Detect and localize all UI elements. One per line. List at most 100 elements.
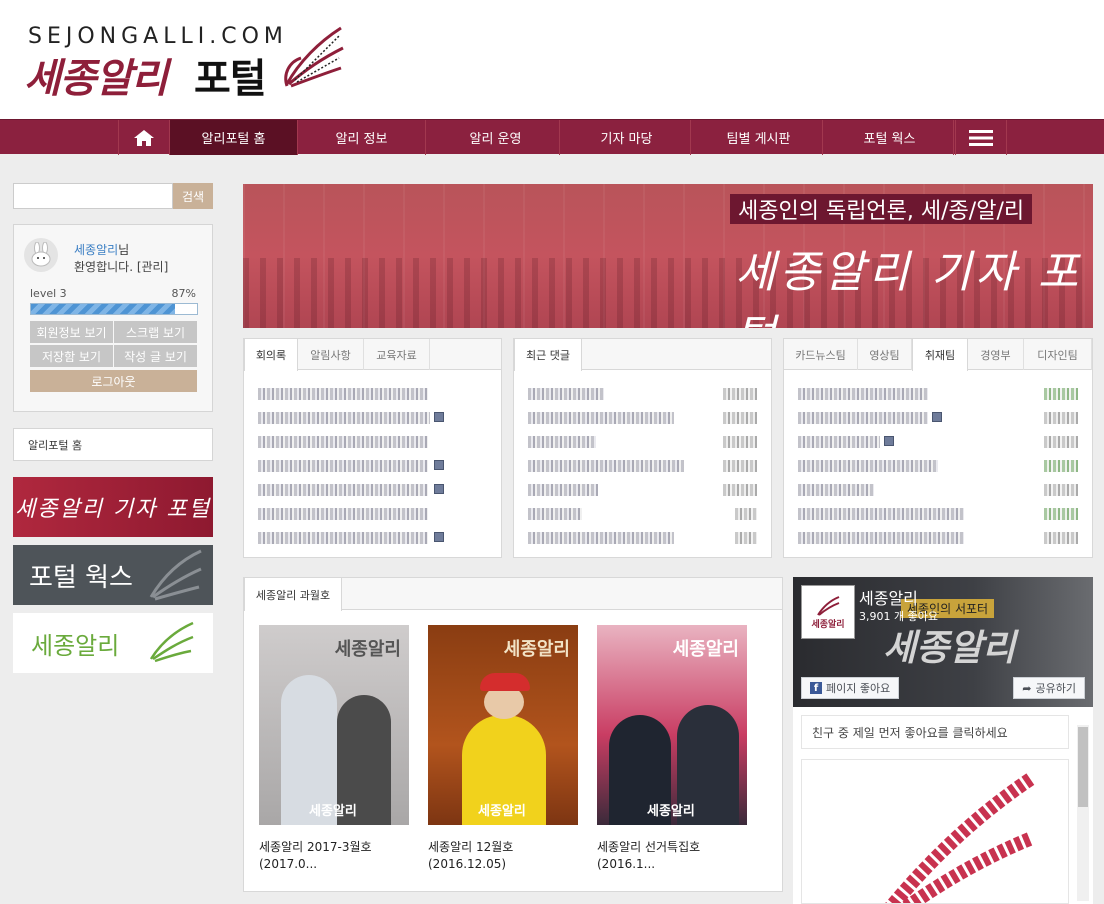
list-item[interactable] <box>528 407 757 431</box>
fb-profile-picture[interactable]: 세종알리 <box>801 585 855 639</box>
hamburger-icon <box>969 129 993 146</box>
post-title <box>798 412 928 424</box>
tab-reporting-team[interactable]: 취재팀 <box>912 339 968 371</box>
facebook-icon: f <box>810 682 822 694</box>
comment-list <box>528 383 757 551</box>
nav-menu-button[interactable] <box>955 120 1007 155</box>
list-item[interactable] <box>798 479 1078 503</box>
magazine-date: (2017.0... <box>259 857 318 871</box>
box-team-news: 카드뉴스팀 영상팀 취재팀 경영부 디자인팀 <box>783 338 1093 558</box>
list-item[interactable] <box>258 455 487 479</box>
list-item[interactable] <box>798 407 1078 431</box>
cover-brand-bottom: 세종알리 <box>309 804 357 819</box>
comment-text <box>528 412 674 424</box>
comment-author <box>723 484 757 496</box>
site-logo[interactable]: SEJONGALLI.COM 세종알리 포털 <box>24 18 354 102</box>
my-posts-button[interactable]: 작성 글 보기 <box>114 345 197 367</box>
magazine-cover[interactable]: 세종알리 세종알리 <box>597 625 747 825</box>
saved-button[interactable]: 저장함 보기 <box>30 345 113 367</box>
list-item[interactable] <box>258 383 487 407</box>
tab-design-team[interactable]: 디자인팀 <box>1024 339 1092 370</box>
list-item[interactable] <box>798 455 1078 479</box>
magazine-card[interactable]: 세종알리 세종알리 세종알리 선거특집호 (2016.1... <box>597 625 747 873</box>
list-item[interactable] <box>528 479 757 503</box>
nav-item-portal-works[interactable]: 포털 웍스 <box>826 120 954 155</box>
welcome-text[interactable]: 환영합니다. [관리] <box>74 258 168 275</box>
list-item[interactable] <box>528 431 757 455</box>
magazine-title[interactable]: 세종알리 12월호 (2016.12.05) <box>428 839 578 873</box>
tab-notices[interactable]: 알림사항 <box>298 339 364 370</box>
list-item[interactable] <box>258 527 487 551</box>
fb-like-count: 3,901 개 좋아요 <box>859 610 938 623</box>
list-item[interactable] <box>798 527 1078 551</box>
fb-feed-scrollbar[interactable] <box>1077 725 1089 901</box>
tab-back-issues[interactable]: 세종알리 과월호 <box>244 578 342 611</box>
logout-button[interactable]: 로그아웃 <box>30 370 197 392</box>
logo-brand-red: 세종알리 <box>24 56 168 102</box>
nav-item-team-board[interactable]: 팀별 게시판 <box>695 120 823 155</box>
fb-friend-hint: 친구 중 제일 먼저 좋아요를 클릭하세요 <box>801 715 1069 749</box>
list-item[interactable] <box>258 407 487 431</box>
list-item[interactable] <box>798 383 1078 407</box>
search-button[interactable]: 검색 <box>173 183 213 209</box>
fb-page-name[interactable]: 세종알리 <box>859 585 918 609</box>
magazine-cover[interactable]: 세종알리 세종알리 <box>259 625 409 825</box>
nav-home-button[interactable] <box>118 120 170 155</box>
wing-icon <box>885 772 1036 903</box>
level-line: level 3 87% <box>30 287 198 300</box>
attachment-icon <box>932 412 942 422</box>
list-item[interactable] <box>528 527 757 551</box>
hero-banner[interactable]: 세종인의 독립언론, 세/종/알/리 세종알리 기자 포털 <box>243 184 1093 328</box>
list-item[interactable] <box>258 431 487 455</box>
member-info-button[interactable]: 회원정보 보기 <box>30 321 113 343</box>
fb-feed <box>801 759 1069 904</box>
magazine-title[interactable]: 세종알리 2017-3월호 (2017.0... <box>259 839 409 873</box>
nav-item-alli-operation[interactable]: 알리 운영 <box>432 120 560 155</box>
magazine-cover[interactable]: 세종알리 세종알리 <box>428 625 578 825</box>
sidebar-item-portal-home[interactable]: 알리포털 홈 <box>13 428 213 461</box>
user-name-link[interactable]: 세종알리 <box>74 243 118 257</box>
list-item[interactable] <box>798 503 1078 527</box>
tab-bar: 회의록 알림사항 교육자료 <box>244 339 501 371</box>
nav-item-reporter-yard[interactable]: 기자 마당 <box>563 120 691 155</box>
nav-item-alli-info[interactable]: 알리 정보 <box>298 120 426 155</box>
fb-share-label: 공유하기 <box>1035 682 1076 695</box>
attachment-icon <box>434 532 444 542</box>
magazine-title[interactable]: 세종알리 선거특집호 (2016.1... <box>597 839 747 873</box>
comment-author <box>735 532 757 544</box>
list-item[interactable] <box>528 455 757 479</box>
nav-item-portal-home[interactable]: 알리포털 홈 <box>170 120 298 155</box>
back-issues-box: 세종알리 과월호 세종알리 세종알리 세종알리 2017-3월호 (2017.0… <box>243 577 783 892</box>
fb-like-page-button[interactable]: f 페이지 좋아요 <box>801 677 900 699</box>
tab-education[interactable]: 교육자료 <box>364 339 430 370</box>
tab-management[interactable]: 경영부 <box>968 339 1024 370</box>
fb-share-button[interactable]: ➦ 공유하기 <box>1013 677 1085 699</box>
cover-brand-bottom: 세종알리 <box>647 804 695 819</box>
tab-cardnews-team[interactable]: 카드뉴스팀 <box>784 339 858 370</box>
rabbit-icon <box>31 242 51 267</box>
avatar <box>24 238 58 272</box>
post-author <box>1044 388 1078 400</box>
magazine-card[interactable]: 세종알리 세종알리 세종알리 2017-3월호 (2017.0... <box>259 625 409 873</box>
level-label: level 3 <box>30 287 67 300</box>
attachment-icon <box>434 412 444 422</box>
fb-cover-photo[interactable]: 세종인의 서포터 세종알리 세종알리 세종알리 3,901 개 좋아요 f 페이… <box>793 577 1093 707</box>
list-item[interactable] <box>798 431 1078 455</box>
magazine-title-text: 세종알리 12월호 <box>428 840 514 854</box>
banner-portal-works[interactable]: 포털 웍스 <box>13 545 213 605</box>
magazine-card[interactable]: 세종알리 세종알리 세종알리 12월호 (2016.12.05) <box>428 625 578 873</box>
tab-minutes[interactable]: 회의록 <box>244 339 298 371</box>
scrap-button[interactable]: 스크랩 보기 <box>114 321 197 343</box>
scrollbar-thumb[interactable] <box>1078 727 1088 807</box>
list-item[interactable] <box>528 383 757 407</box>
list-item[interactable] <box>528 503 757 527</box>
tab-recent-comments[interactable]: 최근 댓글 <box>514 339 582 371</box>
search-input[interactable] <box>13 183 173 209</box>
main-nav: 알리포털 홈 알리 정보 알리 운영 기자 마당 팀별 게시판 포털 웍스 <box>0 119 1104 155</box>
banner-sejongalli[interactable]: 세종알리 <box>13 613 213 673</box>
box-meetings: 회의록 알림사항 교육자료 <box>243 338 502 558</box>
list-item[interactable] <box>258 503 487 527</box>
list-item[interactable] <box>258 479 487 503</box>
banner-reporter-portal[interactable]: 세종알리 기자 포털 <box>13 477 213 537</box>
tab-video-team[interactable]: 영상팀 <box>858 339 912 370</box>
